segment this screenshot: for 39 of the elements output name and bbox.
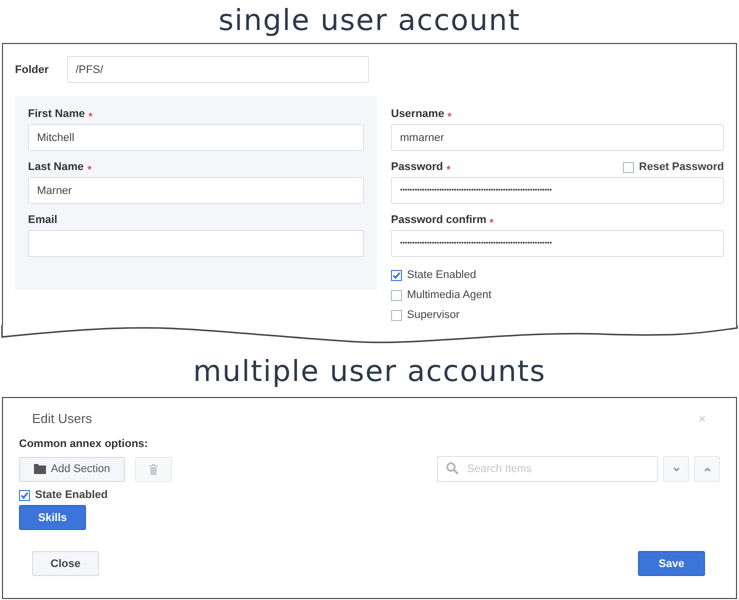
checkbox[interactable] [391, 310, 402, 320]
field-label: Password [391, 161, 443, 173]
chevron-down-icon [672, 466, 680, 472]
checkbox-label: State Enabled [407, 269, 476, 281]
field-label: Folder [15, 64, 49, 76]
section-label: Common annex options: [19, 438, 149, 450]
checkbox-label: Reset Password [639, 161, 724, 173]
field-label: Last Name [28, 161, 84, 173]
checkbox[interactable] [623, 162, 634, 172]
folder-icon [34, 464, 46, 474]
search-field[interactable]: Search Items [437, 456, 658, 482]
previous-button[interactable] [694, 456, 720, 482]
checkbox[interactable] [391, 290, 402, 300]
chevron-up-icon [704, 466, 710, 472]
skills-button[interactable]: Skills [19, 505, 86, 530]
folder-field[interactable]: /PFS/ [66, 56, 369, 83]
text-field[interactable] [28, 230, 364, 257]
add-section-button[interactable]: Add Section [19, 456, 125, 482]
field-label: Email [28, 214, 58, 226]
checkbox[interactable] [19, 490, 30, 500]
checkbox[interactable] [391, 270, 402, 280]
dialog-title: Edit Users [32, 410, 92, 426]
checkbox-label: Supervisor [407, 309, 460, 321]
text-field[interactable]: Marner [28, 177, 364, 204]
dialog-button[interactable]: Save [638, 551, 705, 576]
dialog-button[interactable]: Close [32, 551, 99, 576]
section-heading: multiple user accounts [193, 353, 546, 390]
trash-icon [149, 464, 158, 474]
section-heading: single user account [218, 2, 521, 39]
checkbox-label: State Enabled [35, 489, 108, 501]
delete-button[interactable] [135, 456, 172, 482]
checkbox-label: Multimedia Agent [407, 289, 492, 301]
field-label: Username [391, 108, 444, 120]
search-icon [446, 462, 459, 475]
next-button[interactable] [663, 456, 689, 482]
text-field[interactable]: mmarner [391, 124, 724, 151]
field-label: Password confirm [391, 214, 486, 226]
field-label: First Name [28, 108, 85, 120]
text-field[interactable]: Mitchell [28, 124, 364, 151]
